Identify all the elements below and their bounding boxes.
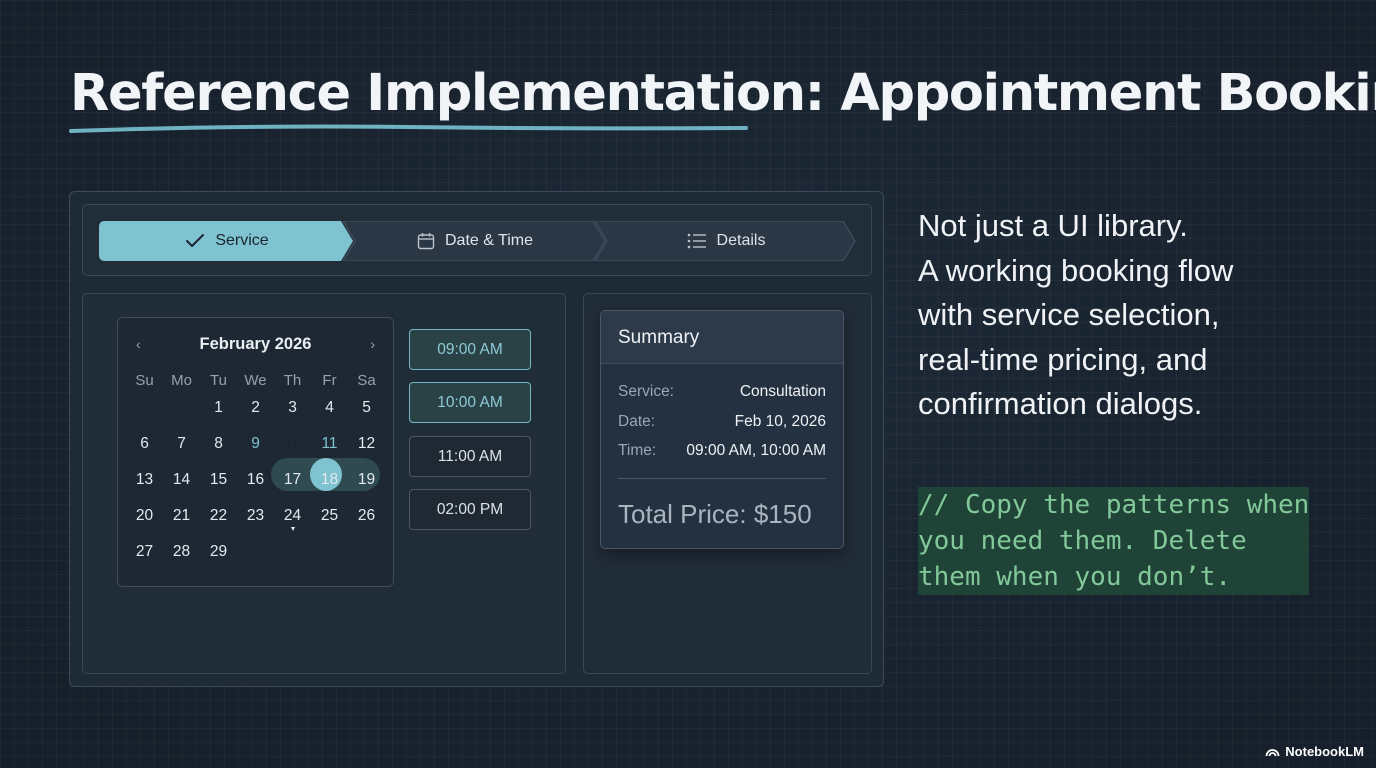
code-line: them when you don’t. [918,559,1310,595]
tagline-line: real-time pricing, and [918,341,1208,377]
code-comment: // Copy the patterns when you need them.… [918,487,1310,595]
calendar-day[interactable]: 28 [163,534,200,570]
calendar-day[interactable]: 29 [200,534,237,570]
calendar-day[interactable]: 7 [163,426,200,462]
step-label: Service [215,232,269,249]
calendar-icon [417,233,435,250]
calendar-day[interactable]: 20 [126,498,163,534]
step-details[interactable]: Details [595,221,857,261]
step-date-time[interactable]: Date & Time [343,221,607,261]
code-line: you need them. Delete [918,523,1310,559]
calendar-day[interactable]: 1 [200,390,237,426]
booking-stepper: Service Date & Time Details [82,204,872,276]
title-underline [69,124,748,133]
calendar-day[interactable]: 24 [274,498,311,534]
calendar-day[interactable]: 9 [237,426,274,462]
brand-name: NotebookLM [1285,744,1364,759]
calendar-day[interactable]: 2 [237,390,274,426]
calendar-day[interactable]: 21 [163,498,200,534]
tagline-line: A working booking flow [918,252,1234,288]
calendar-day[interactable]: 11 [311,426,348,462]
booking-mockup: Service Date & Time Details ‹ February 2… [69,191,884,687]
summary-service-label: Service: [618,383,674,400]
tagline-line: with service selection, [918,297,1220,332]
chevron-right-icon[interactable]: › [370,336,375,352]
weekday-label: Sa [357,371,376,389]
weekday-label: Fr [322,371,337,389]
summary-service-value: Consultation [739,383,826,400]
time-slot-1100[interactable]: 11:00 AM [409,436,531,477]
summary-date-value: Feb 10, 2026 [734,413,826,430]
calendar-day[interactable]: 13 [126,462,163,498]
weekday-label: Th [283,371,302,389]
calendar-month-label: February 2026 [199,334,312,353]
notebooklm-logo-icon [1265,749,1280,757]
summary-time-value: 09:00 AM, 10:00 AM [686,442,826,459]
summary-date-row: Date: Feb 10, 2026 [618,413,826,431]
calendar-day[interactable]: 19 [348,462,385,498]
list-icon [687,233,706,249]
calendar-empty-cell [237,534,274,570]
summary-time-label: Time: [618,442,657,459]
calendar-grid: Su Mo Tu We Th Fr Sa 1 2 3 4 5 6 7 8 9 10 11 12 13 14 15 16 17 1… [126,370,385,570]
calendar-day[interactable]: 15 [200,462,237,498]
calendar-day[interactable]: 3 [274,390,311,426]
notebooklm-brand: NotebookLM [1265,744,1364,759]
step-label: Date & Time [444,232,534,249]
calendar-day[interactable]: 22 [200,498,237,534]
weekday-label: Su [135,371,154,389]
check-icon [186,234,205,247]
tagline-line: confirmation dialogs. [918,386,1203,421]
calendar-day[interactable]: 14 [163,462,200,498]
calendar-empty-cell [126,390,163,426]
calendar-day[interactable]: 8 [200,426,237,462]
date-time-panel: ‹ February 2026 › Su Mo Tu We Th Fr Sa 1 2 3 4 5 6 7 8… [82,293,566,674]
calendar-day[interactable]: 5 [348,390,385,426]
calendar-empty-cell [274,534,311,570]
summary-divider [618,478,826,479]
chevron-left-icon[interactable]: ‹ [136,336,141,352]
weekday-label: We [244,371,267,389]
summary-total-price: Total Price: $150 [618,499,812,529]
summary-heading: Summary [601,311,843,364]
weekday-label: Mo [171,371,192,389]
calendar-day[interactable]: 23 [237,498,274,534]
calendar-empty-cell [311,534,348,570]
calendar-empty-cell [163,390,200,426]
calendar-day[interactable]: 17 [274,462,311,498]
code-line: // Copy the patterns when [918,487,1310,523]
calendar-day[interactable]: 4 [311,390,348,426]
summary-service-row: Service: Consultation [618,383,826,401]
weekday-label: Tu [210,371,227,389]
summary-date-label: Date: [618,413,656,430]
calendar-day[interactable]: 25 [311,498,348,534]
summary-card: Summary Service: Consultation Date: Feb … [600,310,844,549]
tagline: Not just a UI library. A working booking… [918,204,1233,427]
time-slot-0900[interactable]: 09:00 AM [409,329,531,370]
calendar-day[interactable]: 18 [311,462,348,498]
day-marker-icon [290,527,295,531]
calendar-day[interactable]: 10 [274,426,311,462]
step-service[interactable]: Service [99,221,355,261]
page-title: Reference Implementation: Appointment Bo… [70,64,1376,123]
tagline-line: Not just a UI library. [918,208,1188,243]
step-label: Details [716,232,766,249]
calendar-day[interactable]: 6 [126,426,163,462]
calendar-day[interactable]: 12 [348,426,385,462]
summary-time-row: Time: 09:00 AM, 10:00 AM [618,442,826,460]
calendar-day[interactable]: 16 [237,462,274,498]
calendar-empty-cell [348,534,385,570]
calendar: ‹ February 2026 › Su Mo Tu We Th Fr Sa 1 2 3 4 5 6 7 8… [117,317,394,587]
time-slot-1400[interactable]: 02:00 PM [409,489,531,530]
calendar-day[interactable]: 27 [126,534,163,570]
summary-panel: Summary Service: Consultation Date: Feb … [583,293,872,674]
time-slot-1000[interactable]: 10:00 AM [409,382,531,423]
calendar-day[interactable]: 26 [348,498,385,534]
